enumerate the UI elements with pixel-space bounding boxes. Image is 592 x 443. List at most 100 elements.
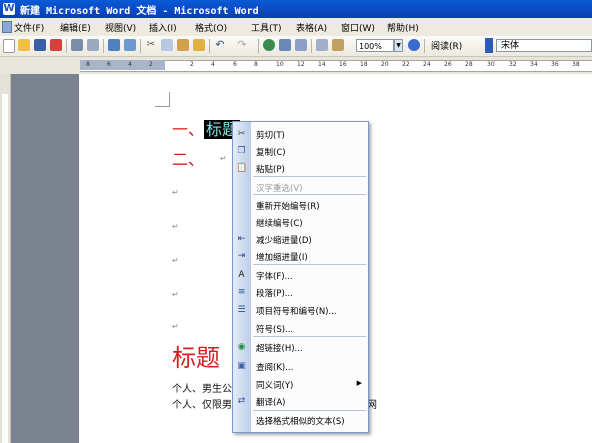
heading-1-number: 一、 bbox=[172, 120, 205, 139]
ruler-tick-label: 12 bbox=[297, 61, 305, 68]
context-menu-item-label: 增加缩进量(I) bbox=[256, 253, 308, 263]
cut-icon[interactable]: ✂ bbox=[145, 39, 157, 51]
context-menu-item-label: 符号(S)... bbox=[256, 325, 294, 335]
menu-bar: 文件(F) 编辑(E) 视图(V) 插入(I) 格式(O) 工具(T) 表格(A… bbox=[0, 18, 592, 37]
context-menu-item[interactable]: ❐ 复制(C) bbox=[233, 143, 368, 160]
menu-view[interactable]: 视图(V) bbox=[105, 21, 136, 34]
document-icon[interactable] bbox=[2, 21, 12, 33]
ruler-tick-label: 8 bbox=[254, 61, 258, 68]
context-menu-item[interactable]: A 字体(F)... bbox=[233, 267, 368, 284]
paragraph-mark: ↵ bbox=[172, 222, 179, 231]
ruler-tick-label: 6 bbox=[107, 61, 111, 68]
paragraph-mark: ↵ bbox=[172, 188, 179, 197]
open-folder-icon[interactable] bbox=[18, 39, 30, 51]
research-icon[interactable] bbox=[124, 39, 136, 51]
context-menu-item-label: 项目符号和编号(N)... bbox=[256, 307, 337, 317]
ruler-tick-label: 6 bbox=[233, 61, 237, 68]
context-menu-item[interactable]: 📋 粘贴(P) bbox=[233, 160, 368, 177]
paragraph-mark: ↵ bbox=[220, 154, 227, 163]
ruler-tick-label: 8 bbox=[86, 61, 90, 68]
ruler-tick-label: 22 bbox=[402, 61, 410, 68]
save-icon[interactable] bbox=[34, 39, 46, 51]
context-menu-item[interactable]: ☰ 项目符号和编号(N)... bbox=[233, 302, 368, 319]
context-menu-item[interactable]: ≡ 段落(P)... bbox=[233, 284, 368, 301]
paragraph-mark: ↵ bbox=[172, 256, 179, 265]
zoom-dropdown-icon[interactable]: ▼ bbox=[394, 39, 403, 52]
ruler-tick-label: 28 bbox=[465, 61, 473, 68]
drawing-icon[interactable] bbox=[332, 39, 344, 51]
context-menu-item[interactable]: ▣ 查阅(K)... bbox=[233, 358, 368, 375]
zoom-input[interactable]: 100% bbox=[356, 39, 394, 52]
translate-icon: ⇄ bbox=[237, 396, 246, 406]
copy-icon: ❐ bbox=[237, 146, 246, 156]
new-document-icon[interactable] bbox=[3, 39, 15, 53]
big-heading[interactable]: 标题 bbox=[172, 338, 220, 373]
menu-insert[interactable]: 插入(I) bbox=[149, 21, 177, 34]
columns-icon[interactable] bbox=[316, 39, 328, 51]
context-menu-item[interactable]: ⇄ 翻译(A) bbox=[233, 393, 368, 410]
help-icon[interactable] bbox=[408, 39, 420, 51]
redo-icon[interactable]: ↷ bbox=[236, 39, 248, 51]
hyperlink-icon: ◉ bbox=[237, 342, 246, 352]
lookup-icon: ▣ bbox=[237, 361, 246, 371]
print-icon[interactable] bbox=[71, 39, 83, 51]
heading-1[interactable]: 一、 标题 bbox=[172, 116, 241, 140]
font-icon: A bbox=[238, 270, 245, 280]
word-app-icon[interactable]: W bbox=[3, 3, 15, 15]
menu-file[interactable]: 文件(F) bbox=[14, 21, 44, 34]
tables-borders-icon[interactable] bbox=[279, 39, 291, 51]
context-menu-item-label: 汉字重选(V) bbox=[256, 184, 303, 194]
toolbar-separator bbox=[424, 39, 425, 53]
style-pane-icon[interactable] bbox=[485, 38, 493, 53]
print-preview-icon[interactable] bbox=[87, 39, 99, 51]
context-menu-item[interactable]: 继续编号(C) bbox=[233, 214, 368, 231]
context-menu-item[interactable]: 重新开始编号(R) bbox=[233, 197, 368, 214]
body-line-1[interactable]: 个人、男生公 bbox=[172, 380, 232, 395]
menu-format[interactable]: 格式(O) bbox=[195, 21, 227, 34]
ruler-tick-label: 4 bbox=[211, 61, 215, 68]
context-menu-item[interactable]: 选择格式相似的文本(S) bbox=[233, 412, 368, 429]
ruler-tick-label: 16 bbox=[339, 61, 347, 68]
read-mode-button[interactable]: 阅读(R) bbox=[431, 39, 462, 52]
format-painter-icon[interactable] bbox=[193, 39, 205, 51]
menu-table[interactable]: 表格(A) bbox=[296, 21, 327, 34]
menu-help[interactable]: 帮助(H) bbox=[387, 21, 419, 34]
vertical-ruler[interactable] bbox=[0, 74, 11, 443]
submenu-arrow-icon: ▶ bbox=[356, 379, 362, 387]
paste-icon[interactable] bbox=[177, 39, 189, 51]
context-menu-item[interactable]: ⇤ 减少缩进量(D) bbox=[233, 231, 368, 248]
heading-2[interactable]: 二、 bbox=[172, 146, 204, 170]
window-title: 新建 Microsoft Word 文档 - Microsoft Word bbox=[20, 6, 259, 17]
spelling-icon[interactable] bbox=[108, 39, 120, 51]
body-line-2[interactable]: 个人、仅限男 bbox=[172, 396, 232, 411]
copy-icon[interactable] bbox=[161, 39, 173, 51]
permission-icon[interactable] bbox=[50, 39, 62, 51]
ruler-tick-label: 10 bbox=[276, 61, 284, 68]
heading-2-number: 二、 bbox=[172, 150, 205, 169]
context-menu-item[interactable]: 同义词(Y) ▶ bbox=[233, 376, 368, 393]
context-menu-item[interactable]: ✂ 剪切(T) bbox=[233, 126, 368, 143]
decrease-indent-icon: ⇤ bbox=[237, 234, 246, 244]
menu-separator bbox=[253, 410, 366, 411]
undo-icon[interactable]: ↶ bbox=[214, 39, 226, 51]
paragraph-icon: ≡ bbox=[237, 287, 246, 297]
ruler-tick-label: 36 bbox=[551, 61, 559, 68]
increase-indent-icon: ⇥ bbox=[237, 251, 246, 261]
menu-tools[interactable]: 工具(T) bbox=[251, 21, 282, 34]
context-menu: ✂ 剪切(T) ❐ 复制(C) 📋 粘贴(P) 汉字重选(V) 重新开始编号(R) 继续编号(C… bbox=[232, 121, 369, 433]
workspace-background bbox=[11, 74, 79, 443]
ruler-tick-label: 2 bbox=[190, 61, 194, 68]
menu-window[interactable]: 窗口(W) bbox=[341, 21, 375, 34]
context-menu-item-label: 选择格式相似的文本(S) bbox=[256, 417, 345, 427]
context-menu-item[interactable]: 符号(S)... bbox=[233, 320, 368, 337]
toolbar-separator bbox=[311, 39, 312, 53]
insert-hyperlink-icon[interactable] bbox=[263, 39, 275, 51]
ruler-tick-label: 18 bbox=[360, 61, 368, 68]
context-menu-item[interactable]: ⇥ 增加缩进量(I) bbox=[233, 248, 368, 265]
insert-table-icon[interactable] bbox=[295, 39, 307, 51]
horizontal-ruler[interactable]: 8 6 4 2 2 4 6 8 10 12 14 16 18 20 22 24 26 28 30 32 34 36 38 bbox=[0, 57, 592, 75]
context-menu-item[interactable]: ◉ 超链接(H)... bbox=[233, 339, 368, 356]
page-margin-corner bbox=[155, 92, 170, 107]
menu-edit[interactable]: 编辑(E) bbox=[60, 21, 91, 34]
font-name-input[interactable]: 宋体 bbox=[496, 39, 592, 52]
